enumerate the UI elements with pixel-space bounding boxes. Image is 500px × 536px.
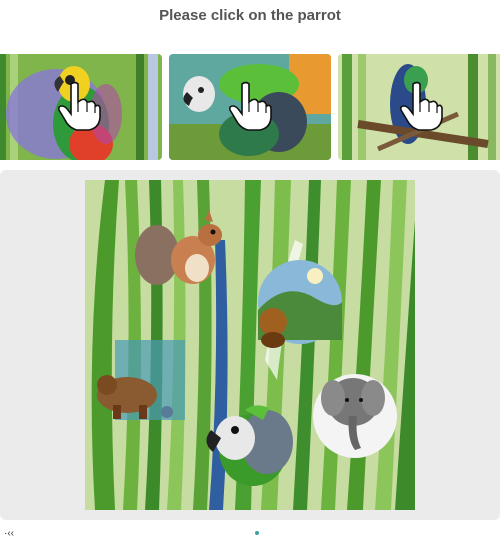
example-image-3[interactable]	[338, 54, 500, 160]
pointer-hand-icon	[229, 81, 272, 131]
animal-monkey	[258, 260, 342, 348]
pointer-hand-icon	[400, 81, 443, 131]
example-image-2[interactable]	[169, 54, 331, 160]
example-image-1[interactable]	[0, 54, 162, 160]
footer-indicator	[255, 531, 259, 535]
challenge-panel	[0, 170, 500, 520]
footer-bar: ·‹‹	[0, 525, 500, 536]
parrot-click-target[interactable]	[203, 406, 299, 496]
animal-elephant	[313, 374, 397, 458]
example-images-row	[0, 54, 500, 160]
instruction-text: Please click on the parrot	[159, 7, 341, 24]
challenge-image[interactable]	[85, 180, 415, 510]
pointer-hand-icon	[58, 81, 101, 131]
footer-text: ·‹‹	[4, 528, 14, 536]
